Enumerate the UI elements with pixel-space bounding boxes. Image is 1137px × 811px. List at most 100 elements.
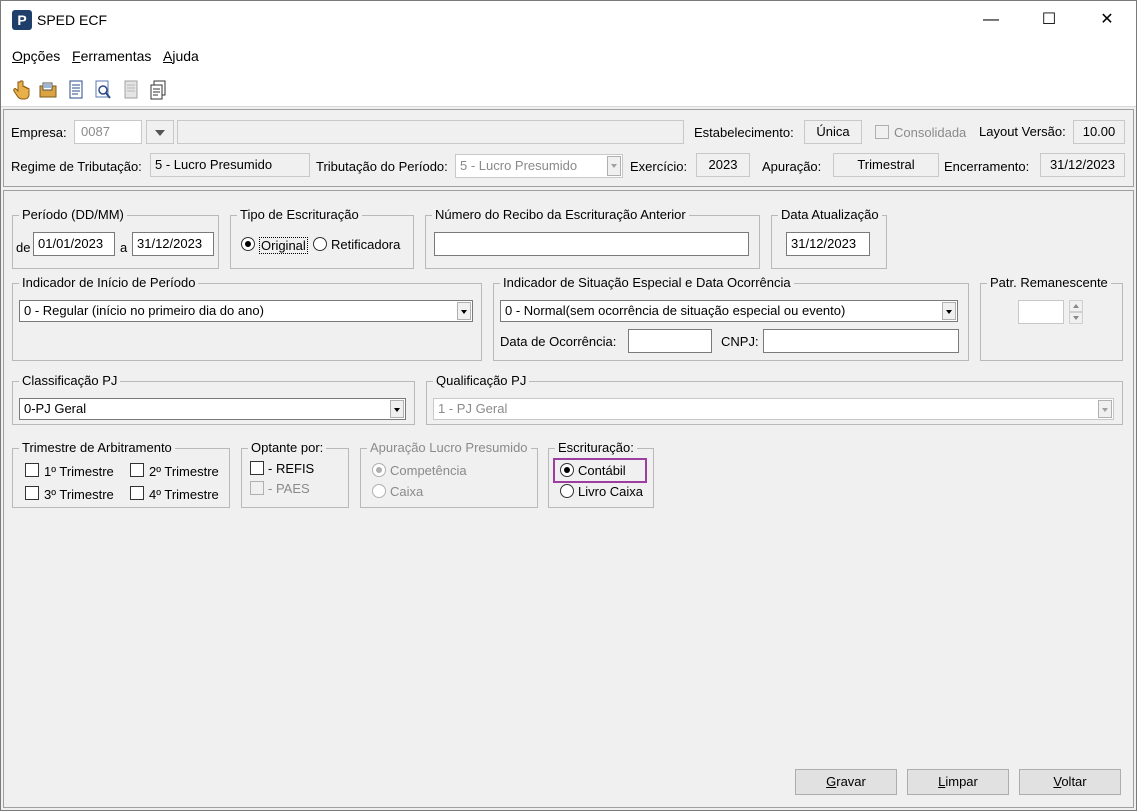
header-panel: Empresa: 0087 Estabelecimento: Única Con… xyxy=(3,109,1134,187)
competencia-radio[interactable] xyxy=(372,463,386,477)
caixa-radio[interactable] xyxy=(372,484,386,498)
data-atualizacao-input[interactable]: 31/12/2023 xyxy=(786,232,870,256)
toolbar xyxy=(1,73,1136,107)
cnpj-input[interactable] xyxy=(763,329,959,353)
chevron-down-icon xyxy=(155,130,165,136)
paes-label: - PAES xyxy=(268,481,310,496)
refis-checkbox[interactable] xyxy=(250,461,264,475)
original-label[interactable]: Original xyxy=(259,237,308,254)
trimestre-3-label: 3º Trimestre xyxy=(44,487,114,502)
apuracao-lucro-group: Apuração Lucro Presumido Competência Cai… xyxy=(360,440,538,508)
patr-remanescente-group: Patr. Remanescente xyxy=(980,275,1123,361)
contabil-label[interactable]: Contábil xyxy=(578,463,626,478)
recibo-input[interactable] xyxy=(434,232,749,256)
apuracao-value: Trimestral xyxy=(833,153,939,177)
voltar-button[interactable]: Voltar xyxy=(1019,769,1121,795)
menu-ferramentas[interactable]: Ferramentas xyxy=(72,48,151,64)
exercicio-label: Exercício: xyxy=(630,159,688,174)
hand-pointer-icon[interactable] xyxy=(11,79,31,101)
tributacao-value: 5 - Lucro Presumido xyxy=(460,158,578,173)
situacao-especial-legend: Indicador de Situação Especial e Data Oc… xyxy=(500,275,794,290)
patr-remanescente-legend: Patr. Remanescente xyxy=(987,275,1111,290)
minimize-button[interactable]: — xyxy=(962,1,1020,39)
tipo-escrituracao-legend: Tipo de Escrituração xyxy=(237,207,362,222)
chevron-down-icon xyxy=(457,302,471,320)
trimestre-2-checkbox[interactable] xyxy=(130,463,144,477)
chevron-down-icon xyxy=(390,400,404,418)
periodo-a-input[interactable]: 31/12/2023 xyxy=(132,232,214,256)
patr-remanescente-input[interactable] xyxy=(1018,300,1064,324)
trimestre-2-label: 2º Trimestre xyxy=(149,464,219,479)
retificadora-radio[interactable] xyxy=(313,237,327,251)
regime-value: 5 - Lucro Presumido xyxy=(150,153,310,177)
patr-remanescente-spinner[interactable] xyxy=(1069,300,1083,324)
close-button[interactable]: ✕ xyxy=(1078,1,1136,39)
trimestre-4-checkbox[interactable] xyxy=(130,486,144,500)
apuracao-label: Apuração: xyxy=(762,159,822,174)
tributacao-label: Tributação do Período: xyxy=(316,159,448,174)
consolidada-checkbox[interactable] xyxy=(875,125,889,139)
situacao-especial-group: Indicador de Situação Especial e Data Oc… xyxy=(493,275,969,361)
window-title: SPED ECF xyxy=(37,12,108,28)
paes-checkbox[interactable] xyxy=(250,481,264,495)
caixa-label: Caixa xyxy=(390,484,424,499)
preview-icon[interactable] xyxy=(93,79,113,101)
apuracao-lucro-legend: Apuração Lucro Presumido xyxy=(367,440,531,455)
exercicio-value: 2023 xyxy=(696,153,750,177)
estabelecimento-value: Única xyxy=(804,120,862,144)
qualificacao-legend: Qualificação PJ xyxy=(433,373,530,388)
livro-caixa-label[interactable]: Livro Caixa xyxy=(578,484,643,499)
inicio-periodo-select[interactable]: 0 - Regular (início no primeiro dia do a… xyxy=(19,300,473,322)
trimestre-3-checkbox[interactable] xyxy=(25,486,39,500)
trimestre-arbitramento-legend: Trimestre de Arbitramento xyxy=(19,440,175,455)
trimestre-4-label: 4º Trimestre xyxy=(149,487,219,502)
chevron-down-icon xyxy=(1098,400,1112,418)
open-folder-icon[interactable] xyxy=(38,79,58,101)
data-ocorrencia-input[interactable] xyxy=(628,329,712,353)
empresa-dropdown-button[interactable] xyxy=(146,120,174,144)
qualificacao-value: 1 - PJ Geral xyxy=(438,401,508,416)
periodo-group: Período (DD/MM) de 01/01/2023 a 31/12/20… xyxy=(12,207,219,269)
cnpj-label: CNPJ: xyxy=(721,334,759,349)
inicio-periodo-group: Indicador de Início de Período 0 - Regul… xyxy=(12,275,482,361)
escrituracao-legend: Escrituração: xyxy=(555,440,637,455)
tipo-escrituracao-group: Tipo de Escrituração Original Retificado… xyxy=(230,207,414,269)
document-icon[interactable] xyxy=(66,79,86,101)
competencia-label: Competência xyxy=(390,463,467,478)
empresa-label: Empresa: xyxy=(11,125,67,140)
livro-caixa-radio[interactable] xyxy=(560,484,574,498)
estabelecimento-label: Estabelecimento: xyxy=(694,125,794,140)
empresa-name-field xyxy=(177,120,684,144)
menu-opcoes[interactable]: Opções xyxy=(12,48,60,64)
classificacao-legend: Classificação PJ xyxy=(19,373,121,388)
main-window: P SPED ECF — ☐ ✕ Opções Ferramentas Ajud… xyxy=(0,0,1137,811)
blank-page-icon[interactable] xyxy=(121,79,141,101)
menu-bar: Opções Ferramentas Ajuda xyxy=(1,39,1136,73)
trimestre-1-checkbox[interactable] xyxy=(25,463,39,477)
maximize-button[interactable]: ☐ xyxy=(1020,1,1078,39)
contabil-radio[interactable] xyxy=(560,463,574,477)
gravar-button[interactable]: Gravar xyxy=(795,769,897,795)
menu-ajuda[interactable]: Ajuda xyxy=(163,48,199,64)
copy-pages-icon[interactable] xyxy=(148,79,168,101)
empresa-code-input[interactable]: 0087 xyxy=(74,120,142,144)
qualificacao-group: Qualificação PJ 1 - PJ Geral xyxy=(426,373,1123,425)
limpar-button[interactable]: Limpar xyxy=(907,769,1009,795)
escrituracao-group: Escrituração: Contábil Livro Caixa xyxy=(548,440,654,508)
encerramento-label: Encerramento: xyxy=(944,159,1030,174)
classificacao-value: 0-PJ Geral xyxy=(24,401,87,416)
tributacao-select[interactable]: 5 - Lucro Presumido xyxy=(455,154,623,178)
qualificacao-select[interactable]: 1 - PJ Geral xyxy=(433,398,1114,420)
periodo-legend: Período (DD/MM) xyxy=(19,207,127,222)
data-ocorrencia-label: Data de Ocorrência: xyxy=(500,334,617,349)
retificadora-label[interactable]: Retificadora xyxy=(331,237,400,252)
data-atualizacao-legend: Data Atualização xyxy=(778,207,882,222)
classificacao-select[interactable]: 0-PJ Geral xyxy=(19,398,406,420)
situacao-especial-select[interactable]: 0 - Normal(sem ocorrência de situação es… xyxy=(500,300,958,322)
regime-label: Regime de Tributação: xyxy=(11,159,142,174)
periodo-de-input[interactable]: 01/01/2023 xyxy=(33,232,115,256)
spin-down-icon[interactable] xyxy=(1069,312,1083,324)
original-radio[interactable] xyxy=(241,237,255,251)
data-atualizacao-group: Data Atualização 31/12/2023 xyxy=(771,207,887,269)
spin-up-icon[interactable] xyxy=(1069,300,1083,312)
